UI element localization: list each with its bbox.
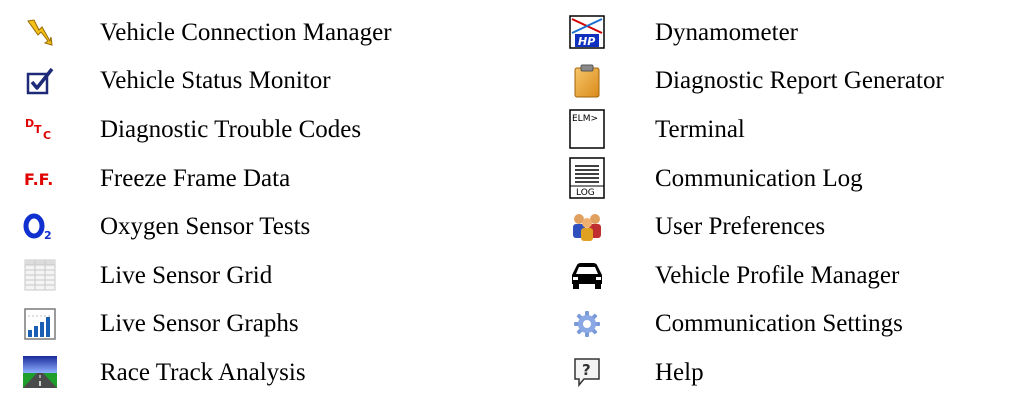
- menu-item-label: Communication Settings: [655, 310, 903, 338]
- menu-item-race-track-analysis[interactable]: Race Track Analysis: [20, 348, 392, 397]
- svg-text:D: D: [25, 117, 34, 130]
- svg-text:C: C: [43, 129, 51, 142]
- menu-item-label: Terminal: [655, 115, 745, 143]
- log-document-icon: LOG: [567, 157, 607, 199]
- menu-item-label: Vehicle Status Monitor: [100, 67, 331, 95]
- menu-item-oxygen-sensor-tests[interactable]: 2 Oxygen Sensor Tests: [20, 202, 392, 251]
- menu-item-communication-settings[interactable]: Communication Settings: [567, 300, 944, 349]
- menu-item-live-sensor-graphs[interactable]: Live Sensor Graphs: [20, 300, 392, 349]
- bar-graph-icon: [20, 304, 60, 344]
- svg-text:2: 2: [44, 229, 52, 242]
- menu-item-label: Live Sensor Grid: [100, 261, 273, 289]
- menu-item-freeze-frame-data[interactable]: F.F. Freeze Frame Data: [20, 154, 392, 203]
- clipboard-icon: [567, 61, 607, 101]
- menu-item-label: Oxygen Sensor Tests: [100, 213, 311, 241]
- dtc-icon: D T C: [20, 109, 60, 149]
- gear-icon: [567, 304, 607, 344]
- dynamometer-icon-text: HP: [578, 35, 595, 48]
- users-icon: [567, 207, 607, 247]
- menu-item-vehicle-status-monitor[interactable]: Vehicle Status Monitor: [20, 57, 392, 106]
- lightning-bolt-icon: [20, 12, 60, 52]
- menu-item-terminal[interactable]: ELM> Terminal: [567, 105, 944, 154]
- menu-item-label: Vehicle Connection Manager: [100, 18, 392, 46]
- menu-item-diagnostic-report-generator[interactable]: Diagnostic Report Generator: [567, 57, 944, 106]
- race-track-icon: [20, 352, 60, 392]
- terminal-icon-text: ELM>: [572, 114, 598, 124]
- menu-item-diagnostic-trouble-codes[interactable]: D T C Diagnostic Trouble Codes: [20, 105, 392, 154]
- menu-item-communication-log[interactable]: LOG Communication Log: [567, 154, 944, 203]
- menu-item-help[interactable]: ? Help: [567, 348, 944, 397]
- menu-item-user-preferences[interactable]: User Preferences: [567, 202, 944, 251]
- dynamometer-hp-icon: HP: [567, 12, 607, 52]
- menu-item-vehicle-connection-manager[interactable]: Vehicle Connection Manager: [20, 8, 392, 57]
- help-icon-text: ?: [582, 361, 591, 379]
- left-menu: Vehicle Connection Manager Vehicle Statu…: [20, 8, 392, 397]
- svg-text:F.F.: F.F.: [24, 170, 53, 189]
- menu-item-dynamometer[interactable]: HP Dynamometer: [567, 8, 944, 57]
- terminal-elm-icon: ELM>: [567, 109, 607, 150]
- menu-item-label: Freeze Frame Data: [100, 164, 291, 192]
- menu-item-label: Dynamometer: [655, 18, 799, 46]
- menu-item-label: Race Track Analysis: [100, 358, 306, 386]
- grid-table-icon: [20, 255, 60, 295]
- menu-item-label: Diagnostic Report Generator: [655, 67, 944, 95]
- menu-item-label: Diagnostic Trouble Codes: [100, 115, 362, 143]
- menu-item-live-sensor-grid[interactable]: Live Sensor Grid: [20, 251, 392, 300]
- car-icon: [567, 255, 607, 295]
- menu-item-label: Help: [655, 358, 704, 386]
- log-icon-text: LOG: [576, 188, 595, 198]
- menu-item-label: Vehicle Profile Manager: [655, 261, 900, 289]
- help-icon: ?: [567, 352, 607, 392]
- right-menu: HP Dynamometer Diagnostic Report Generat…: [567, 8, 944, 397]
- menu-item-label: Live Sensor Graphs: [100, 310, 299, 338]
- svg-text:T: T: [34, 123, 42, 136]
- menu-item-vehicle-profile-manager[interactable]: Vehicle Profile Manager: [567, 251, 944, 300]
- freeze-frame-icon: F.F.: [20, 158, 60, 198]
- menu-item-label: User Preferences: [655, 213, 826, 241]
- menu-item-label: Communication Log: [655, 164, 863, 192]
- oxygen-sensor-icon: 2: [20, 207, 60, 247]
- checkbox-checked-icon: [20, 61, 60, 101]
